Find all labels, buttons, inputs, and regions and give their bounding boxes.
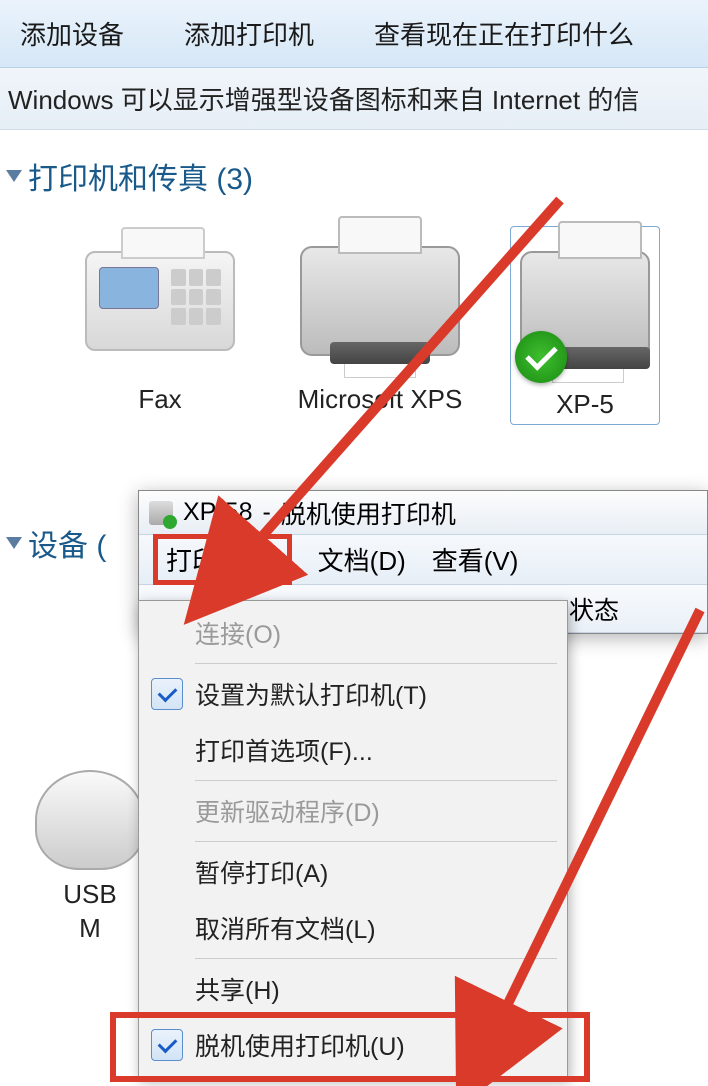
menu-set-default[interactable]: 设置为默认打印机(T) <box>139 666 567 722</box>
info-bar-text: Windows 可以显示增强型设备图标和来自 Internet 的信 <box>8 80 639 117</box>
device-xps[interactable]: Microsoft XPS <box>290 226 470 425</box>
toolbar-add-printer[interactable]: 添加打印机 <box>184 15 314 52</box>
menu-connect: 连接(O) <box>139 605 567 661</box>
menu-cancel-all[interactable]: 取消所有文档(L) <box>139 900 567 956</box>
window-titlebar[interactable]: XP-58 - 脱机使用打印机 <box>139 491 707 535</box>
fax-icon <box>80 226 240 376</box>
check-icon <box>151 678 183 710</box>
printer-icon <box>300 226 460 376</box>
device-label: Fax <box>138 384 181 415</box>
menu-document[interactable]: 文档(D) <box>318 541 406 578</box>
device-label: XP-5 <box>556 389 614 420</box>
device-xp58[interactable]: XP-5 <box>510 226 660 425</box>
section-title: 设备 ( <box>28 521 106 565</box>
menu-update-driver: 更新驱动程序(D) <box>139 783 567 839</box>
title-separator: - <box>262 498 270 527</box>
toolbar-view-printing[interactable]: 查看现在正在打印什么 <box>374 15 634 52</box>
device-usb[interactable]: USBM <box>30 770 150 946</box>
printer-small-icon <box>149 501 173 525</box>
menu-sharing[interactable]: 共享(H) <box>139 961 567 1017</box>
printer-icon <box>505 231 665 381</box>
toolbar-add-device[interactable]: 添加设备 <box>20 15 124 52</box>
menu-preferences[interactable]: 打印首选项(F)... <box>139 722 567 778</box>
menu-pause[interactable]: 暂停打印(A) <box>139 844 567 900</box>
title-printer-name: XP-58 <box>183 498 252 527</box>
annotation-red-box-offline <box>110 1012 590 1082</box>
device-label: Microsoft XPS <box>298 384 463 415</box>
section-title: 打印机和传真 (3) <box>28 154 253 198</box>
title-status: 脱机使用打印机 <box>281 495 456 531</box>
toolbar: 添加设备 添加打印机 查看现在正在打印什么 <box>0 0 708 68</box>
info-bar[interactable]: Windows 可以显示增强型设备图标和来自 Internet 的信 <box>0 68 708 130</box>
col-status[interactable]: 状态 <box>569 591 619 627</box>
menu-printer[interactable]: 打印机(P) <box>153 534 292 585</box>
printer-dropdown-menu: 连接(O) 设置为默认打印机(T) 打印首选项(F)... 更新驱动程序(D) … <box>138 600 568 1078</box>
menu-view[interactable]: 查看(V) <box>432 541 519 578</box>
device-label: USBM <box>63 878 116 946</box>
section-printers-fax[interactable]: 打印机和传真 (3) <box>8 154 708 198</box>
device-fax[interactable]: Fax <box>70 226 250 425</box>
default-check-icon <box>515 331 567 383</box>
usb-device-icon <box>35 770 145 870</box>
devices-row: Fax Microsoft XPS XP-5 <box>0 206 708 435</box>
collapse-icon <box>6 537 22 549</box>
window-menubar: 打印机(P) 文档(D) 查看(V) <box>139 535 707 585</box>
collapse-icon <box>6 170 22 182</box>
